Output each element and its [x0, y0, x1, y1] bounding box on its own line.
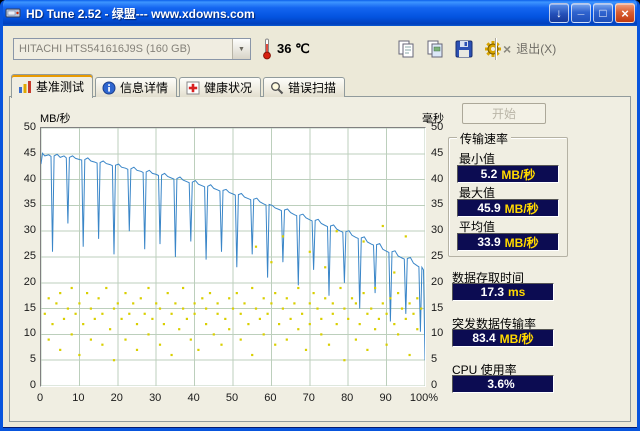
exit-label: 退出(X) [516, 42, 557, 56]
y-axis-tick: 45 [23, 146, 36, 159]
x-axis-tick: 10 [72, 392, 85, 404]
min-value: 5.2 [480, 167, 498, 181]
app-icon [5, 5, 21, 21]
tab-strip: 基准测试 信息详情 健康状况 错误扫描 [11, 74, 347, 98]
transfer-rate-group: 传输速率 最小值 5.2 MB/秒 最大值 45.9 MB/秒 平均值 33.9… [448, 130, 568, 257]
benchmark-page: MB/秒 毫秒 50 45 40 35 30 25 20 15 10 5 0 50 45 40 35 30 25… [9, 96, 631, 422]
info-icon [102, 81, 116, 95]
y-axis-right-tick: 0 [431, 379, 438, 391]
y-axis-tick: 25 [23, 250, 36, 262]
hd-tune-window: HD Tune 2.52 - 绿盟--- www.xdowns.com ↓ _ … [0, 0, 640, 431]
tab-info[interactable]: 信息详情 [95, 77, 178, 97]
transfer-rate-group-title: 传输速率 [457, 130, 512, 147]
y-axis-right-tick: 5 [431, 353, 438, 366]
y-right-axis-label: 毫秒 [422, 113, 444, 125]
tab-health[interactable]: 健康状况 [179, 77, 262, 97]
chevron-down-icon[interactable]: ▼ [232, 39, 250, 59]
y-axis-tick: 30 [23, 224, 36, 237]
cpu-usage-value: 3.6% [487, 377, 515, 391]
window-title: HD Tune 2.52 - 绿盟--- www.xdowns.com [26, 6, 255, 21]
download-arrow-button[interactable]: ↓ [549, 3, 569, 23]
exit-x-icon: × [503, 40, 512, 57]
x-axis-tick: 40 [187, 392, 200, 404]
toolbar: HITACHI HTS541616J9S (160 GB) ▼ 36 ℃ × 退… [3, 26, 637, 74]
burst-rate-value-box: 83.4 MB/秒 [452, 329, 554, 347]
y-axis-right-tick: 15 [431, 301, 444, 314]
y-axis-tick: 35 [23, 198, 36, 211]
screenshot-icon [427, 40, 443, 58]
x-axis-tick: 20 [110, 392, 123, 404]
access-time-unit: ms [508, 285, 526, 299]
x-axis-tick: 70 [302, 392, 315, 404]
magnifier-icon [270, 81, 284, 95]
tab-benchmark[interactable]: 基准测试 [11, 74, 94, 98]
health-cross-icon [186, 81, 200, 95]
copy-icon [398, 40, 414, 58]
y-axis-right-tick: 25 [431, 250, 444, 262]
y-axis-tick: 15 [23, 301, 36, 314]
cpu-usage-value-box: 3.6% [452, 375, 554, 393]
avg-value: 33.9 [477, 235, 501, 249]
y-axis-right-tick: 20 [431, 275, 444, 288]
max-value: 45.9 [477, 201, 501, 215]
drive-select-value: HITACHI HTS541616J9S (160 GB) [19, 43, 191, 55]
y-axis-right-tick: 45 [431, 146, 444, 159]
titlebar: HD Tune 2.52 - 绿盟--- www.xdowns.com ↓ _ … [3, 0, 637, 26]
x-axis-tick: 50 [225, 392, 239, 404]
toolbar-icon-buttons [393, 36, 506, 62]
burst-rate-value: 83.4 [472, 331, 496, 345]
toolbar-separator [495, 38, 497, 60]
x-axis-tick: 100% [409, 392, 439, 404]
x-axis-tick: 30 [149, 392, 162, 404]
tab-health-label: 健康状况 [204, 81, 253, 95]
drive-select[interactable]: HITACHI HTS541616J9S (160 GB) ▼ [13, 38, 251, 60]
burst-rate-unit: MB/秒 [499, 331, 534, 346]
maximize-button[interactable]: □ [593, 3, 613, 23]
minimize-button[interactable]: _ [571, 3, 591, 23]
close-button[interactable]: × [615, 3, 635, 23]
floppy-save-icon [455, 40, 473, 58]
y-axis-tick: 10 [23, 327, 36, 340]
y-left-axis-label: MB/秒 [40, 113, 71, 125]
tab-info-label: 信息详情 [120, 81, 169, 95]
tab-error-scan-label: 错误扫描 [288, 81, 337, 95]
benchmark-chart [40, 127, 426, 387]
y-axis-right-tick: 30 [431, 224, 444, 237]
y-axis-right-tick: 10 [431, 327, 444, 340]
temperature-value: 36 ℃ [277, 41, 310, 56]
x-axis-tick: 0 [36, 392, 44, 404]
copy-text-button[interactable] [393, 36, 419, 62]
exit-button[interactable]: × 退出(X) [503, 40, 556, 57]
x-axis-tick: 90 [379, 392, 392, 404]
y-axis-tick: 5 [29, 353, 36, 366]
thermometer-icon [261, 37, 273, 61]
titlebar-buttons: ↓ _ □ × [549, 3, 635, 23]
y-axis-tick: 50 [23, 121, 36, 133]
avg-value-box: 33.9 MB/秒 [457, 233, 559, 251]
benchmark-icon [18, 80, 32, 94]
save-screenshot-button[interactable] [451, 36, 477, 62]
copy-screenshot-button[interactable] [422, 36, 448, 62]
tab-error-scan[interactable]: 错误扫描 [263, 77, 346, 97]
y-axis-tick: 0 [29, 379, 36, 391]
max-unit: MB/秒 [504, 201, 539, 216]
max-value-box: 45.9 MB/秒 [457, 199, 559, 217]
x-axis-tick: 80 [341, 392, 354, 404]
y-axis-tick: 40 [23, 172, 36, 185]
min-unit: MB/秒 [501, 167, 536, 182]
tab-benchmark-label: 基准测试 [36, 80, 85, 94]
avg-unit: MB/秒 [504, 235, 539, 250]
y-axis-right-tick: 40 [431, 172, 444, 185]
min-value-box: 5.2 MB/秒 [457, 165, 559, 183]
access-time-value-box: 17.3 ms [452, 283, 554, 301]
start-button[interactable]: 开始 [462, 103, 546, 124]
access-time-value: 17.3 [480, 285, 504, 299]
y-axis-right-tick: 35 [431, 198, 444, 211]
y-axis-tick: 20 [23, 275, 36, 288]
gear-icon [485, 41, 501, 57]
x-axis-tick: 60 [264, 392, 277, 404]
